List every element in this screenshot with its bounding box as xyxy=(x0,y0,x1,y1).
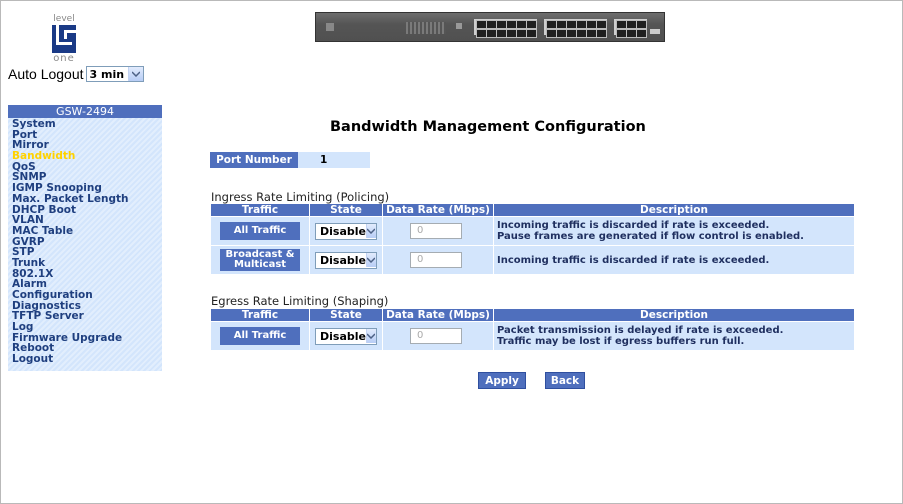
col-data-rate: Data Rate (Mbps) xyxy=(383,204,493,216)
sidebar-item-tftp-server[interactable]: TFTP Server xyxy=(12,311,162,322)
col-state: State xyxy=(310,204,382,216)
state-value: Disable xyxy=(320,329,366,343)
egress-all-rate-input[interactable]: 0 xyxy=(410,328,462,344)
egress-table: Traffic State Data Rate (Mbps) Descripti… xyxy=(210,308,855,351)
col-description: Description xyxy=(494,204,854,216)
col-description: Description xyxy=(494,309,854,321)
auto-logout: Auto Logout 3 min xyxy=(8,66,144,82)
all-traffic-label: All Traffic xyxy=(220,327,300,345)
chevron-down-icon[interactable] xyxy=(365,329,376,343)
col-state: State xyxy=(310,309,382,321)
switch-device-image xyxy=(315,12,665,42)
ingress-bcast-state-select[interactable]: Disable xyxy=(315,251,377,269)
col-traffic: Traffic xyxy=(211,204,309,216)
auto-logout-value: 3 min xyxy=(89,67,125,81)
description-line: Pause frames are generated if flow contr… xyxy=(497,231,804,242)
apply-button[interactable]: Apply xyxy=(478,372,526,389)
sidebar-item-gvrp[interactable]: GVRP xyxy=(12,236,162,248)
port-number-value: 1 xyxy=(298,152,370,168)
description-line: Traffic may be lost if egress buffers ru… xyxy=(497,336,745,347)
table-row: All Traffic Disable 0 Incoming traffic i… xyxy=(211,217,854,245)
broadcast-multicast-label: Broadcast & Multicast xyxy=(220,249,300,271)
egress-header-row: Traffic State Data Rate (Mbps) Descripti… xyxy=(211,309,854,321)
egress-all-state-select[interactable]: Disable xyxy=(315,327,377,345)
sidebar-menu: GSW-2494 System Port Mirror Bandwidth Qo… xyxy=(8,105,162,371)
col-traffic: Traffic xyxy=(211,309,309,321)
description-line: Packet transmission is delayed if rate i… xyxy=(497,325,784,336)
state-value: Disable xyxy=(320,224,366,238)
col-data-rate: Data Rate (Mbps) xyxy=(383,309,493,321)
chevron-down-icon[interactable] xyxy=(365,224,376,238)
chevron-down-icon[interactable] xyxy=(127,67,143,81)
page-title: Bandwidth Management Configuration xyxy=(330,119,646,135)
logo-bottom-text: one xyxy=(53,53,75,64)
description-line: Incoming traffic is discarded if rate is… xyxy=(497,254,770,266)
switch-vent xyxy=(406,22,446,34)
table-row: All Traffic Disable 0 Packet transmissio… xyxy=(211,322,854,350)
sidebar-item-logout[interactable]: Logout xyxy=(12,354,162,365)
auto-logout-label: Auto Logout xyxy=(8,66,84,82)
traffic-line: Multicast xyxy=(233,259,287,270)
ingress-bcast-rate-input[interactable]: 0 xyxy=(410,252,462,268)
table-row: Broadcast & Multicast Disable 0 Incoming… xyxy=(211,246,854,274)
levelone-logo: level one xyxy=(42,14,86,74)
logo-mark-icon xyxy=(52,25,76,53)
ingress-table: Traffic State Data Rate (Mbps) Descripti… xyxy=(210,203,855,275)
sidebar-item-mac-table[interactable]: MAC Table xyxy=(12,226,162,237)
port-number-label: Port Number xyxy=(210,152,298,168)
chevron-down-icon[interactable] xyxy=(365,253,376,267)
all-traffic-label: All Traffic xyxy=(220,222,300,240)
ingress-section-title: Ingress Rate Limiting (Policing) xyxy=(211,190,390,204)
ingress-all-rate-input[interactable]: 0 xyxy=(410,223,462,239)
port-number-row: Port Number 1 xyxy=(210,152,370,168)
state-value: Disable xyxy=(320,253,366,267)
sidebar-list: System Port Mirror Bandwidth QoS SNMP IG… xyxy=(8,118,162,371)
auto-logout-select[interactable]: 3 min xyxy=(85,66,144,82)
ingress-all-state-select[interactable]: Disable xyxy=(315,222,377,240)
back-button[interactable]: Back xyxy=(545,372,585,389)
description-line: Incoming traffic is discarded if rate is… xyxy=(497,220,770,231)
sidebar-item-max-packet-length[interactable]: Max. Packet Length xyxy=(12,194,162,205)
ingress-header-row: Traffic State Data Rate (Mbps) Descripti… xyxy=(211,204,854,216)
logo-top-text: level xyxy=(53,14,75,24)
sidebar-title: GSW-2494 xyxy=(8,105,162,118)
egress-section-title: Egress Rate Limiting (Shaping) xyxy=(211,294,389,308)
